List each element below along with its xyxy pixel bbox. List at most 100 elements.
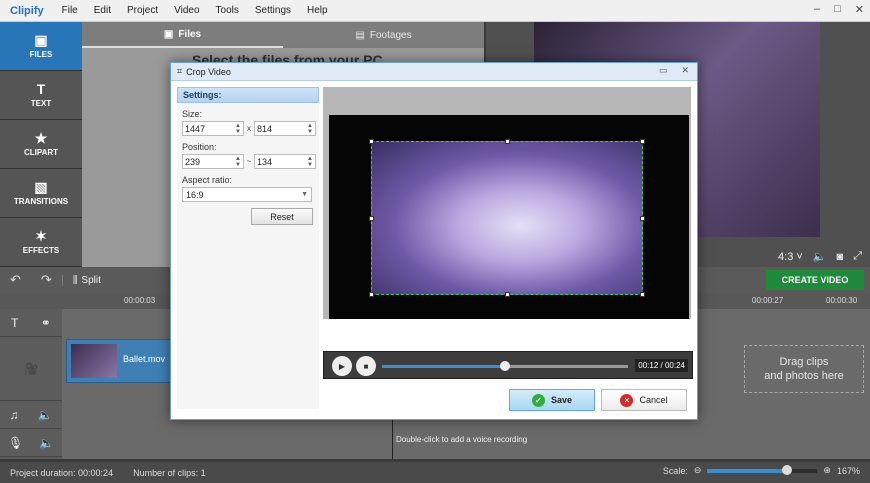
position-x-spinner[interactable]: 239 ▲ ▼ xyxy=(182,154,244,169)
nav-files-label: FILES xyxy=(29,50,53,59)
nav-text[interactable]: T TEXT xyxy=(0,71,82,120)
position-row: 239 ▲ ▼ ~ 134 ▲ ▼ xyxy=(177,154,319,169)
voice-volume-icon[interactable]: 🔈 xyxy=(39,436,54,450)
drop-zone-line1: Drag clips xyxy=(779,356,829,368)
crop-handle[interactable] xyxy=(369,292,374,297)
position-separator: ~ xyxy=(246,157,252,166)
text-track-label: T ⚭ xyxy=(0,309,62,337)
cancel-button[interactable]: ✕ Cancel xyxy=(601,389,687,411)
spin-arrows-icon[interactable]: ▲ ▼ xyxy=(307,123,315,135)
nav-transitions[interactable]: ▧ TRANSITIONS xyxy=(0,169,82,218)
nav-effects-label: EFFECTS xyxy=(22,246,60,255)
music-volume-icon[interactable]: 🔈 xyxy=(38,408,53,422)
dialog-controls: ▭ ✕ xyxy=(659,65,689,76)
width-value: 1447 xyxy=(185,123,206,134)
zoom-out-icon[interactable]: ⊖ xyxy=(694,465,702,476)
dialog-maximize-button[interactable]: ▭ xyxy=(659,65,668,76)
split-icon: ⫼ xyxy=(72,274,78,286)
clip-count: Number of clips: 1 xyxy=(133,467,206,478)
crop-handle[interactable] xyxy=(640,139,645,144)
window-controls: – □ ✕ xyxy=(814,3,864,16)
drop-zone[interactable]: Drag clips and photos here xyxy=(744,345,864,393)
image-icon: ▣ xyxy=(163,28,174,40)
player-controls: ▶ ■ 00:12 / 00:24 xyxy=(323,351,693,379)
crop-area[interactable] xyxy=(369,139,645,297)
minimize-button[interactable]: – xyxy=(814,3,820,16)
crop-handle[interactable] xyxy=(369,216,374,221)
undo-icon[interactable]: ↶ xyxy=(0,272,31,288)
spin-arrows-icon[interactable]: ▲ ▼ xyxy=(235,123,243,135)
split-button[interactable]: ⫼ Split xyxy=(61,274,111,286)
app-name: Clipify xyxy=(10,4,44,17)
tab-footages[interactable]: ▤ Footages xyxy=(283,22,484,48)
voice-hint: Double-click to add a voice recording xyxy=(396,435,528,444)
crop-handle[interactable] xyxy=(640,292,645,297)
position-label: Position: xyxy=(182,142,217,152)
video-track-label: 🎥 xyxy=(0,337,62,401)
height-spinner[interactable]: 814 ▲ ▼ xyxy=(254,121,316,136)
menu-file[interactable]: File xyxy=(54,5,86,16)
play-button[interactable]: ▶ xyxy=(332,356,352,376)
split-label: Split xyxy=(81,274,101,286)
nav-effects[interactable]: ✶ EFFECTS xyxy=(0,218,82,267)
music-icon: ♫ xyxy=(9,407,19,422)
seek-knob[interactable] xyxy=(500,361,510,371)
seek-bar[interactable] xyxy=(382,361,628,371)
stop-icon: ■ xyxy=(363,361,369,371)
dialog-title: Crop Video xyxy=(186,66,231,77)
zoom-slider[interactable] xyxy=(707,464,818,475)
zoom-in-icon[interactable]: ⊕ xyxy=(823,465,831,476)
crop-handle[interactable] xyxy=(505,139,510,144)
size-row: 1447 ▲ ▼ x 814 ▲ ▼ xyxy=(177,121,319,136)
zoom-knob[interactable] xyxy=(781,464,792,475)
position-x-value: 239 xyxy=(185,156,201,167)
menu-help[interactable]: Help xyxy=(299,5,336,16)
wand-icon: ✶ xyxy=(35,228,47,244)
aspect-ratio-select[interactable]: 16:9 ▼ xyxy=(182,187,312,202)
nav-files[interactable]: ▣ FILES xyxy=(0,22,82,71)
nav-text-label: TEXT xyxy=(30,99,52,108)
timeline-clip[interactable]: Ballet.mov xyxy=(66,339,174,383)
settings-panel: Settings: Size: 1447 ▲ ▼ x 814 ▲ ▼ Positio… xyxy=(177,87,319,409)
text-track-icon[interactable]: T xyxy=(11,316,18,330)
nav-clipart[interactable]: ★ CLIPART xyxy=(0,120,82,169)
fullscreen-icon[interactable]: ⤢ xyxy=(853,250,862,263)
status-bar: Project duration: 00:00:24 Number of cli… xyxy=(0,462,870,483)
crop-handle[interactable] xyxy=(505,292,510,297)
redo-icon[interactable]: ↷ xyxy=(31,272,62,288)
reset-button[interactable]: Reset xyxy=(251,208,313,225)
volume-icon[interactable]: 🔈 xyxy=(813,250,827,263)
menu-edit[interactable]: Edit xyxy=(86,5,119,16)
create-video-button[interactable]: CREATE VIDEO xyxy=(766,270,864,290)
crop-handle[interactable] xyxy=(369,139,374,144)
aspect-ratio-dropdown[interactable]: 4:3 ˅ xyxy=(778,251,803,263)
maximize-button[interactable]: □ xyxy=(834,3,841,16)
tab-files[interactable]: ▣ Files xyxy=(82,22,283,48)
close-button[interactable]: ✕ xyxy=(855,3,864,16)
spin-arrows-icon[interactable]: ▲ ▼ xyxy=(235,156,243,168)
crop-handle[interactable] xyxy=(640,216,645,221)
scale-label: Scale: xyxy=(662,465,688,476)
checkmark-icon: ✓ xyxy=(531,393,545,407)
menu-settings[interactable]: Settings xyxy=(247,5,299,16)
tab-files-label: Files xyxy=(178,28,202,40)
link-icon[interactable]: ⚭ xyxy=(41,316,51,330)
dialog-close-button[interactable]: ✕ xyxy=(681,65,689,76)
menu-video[interactable]: Video xyxy=(166,5,207,16)
menu-project[interactable]: Project xyxy=(119,5,166,16)
aspect-ratio-label: Aspect ratio: xyxy=(182,175,233,185)
tab-footages-label: Footages xyxy=(369,29,412,41)
project-duration: Project duration: 00:00:24 xyxy=(10,467,114,478)
microphone-icon: 🎙 xyxy=(7,435,24,450)
film-icon: ▤ xyxy=(355,29,365,41)
camera-icon[interactable]: ◙ xyxy=(837,251,844,263)
size-separator: x xyxy=(247,124,251,133)
save-button[interactable]: ✓ Save xyxy=(509,389,595,411)
stop-button[interactable]: ■ xyxy=(356,356,376,376)
menu-tools[interactable]: Tools xyxy=(208,5,247,16)
width-spinner[interactable]: 1447 ▲ ▼ xyxy=(182,121,244,136)
ruler-tick: 00:00:03 xyxy=(124,296,156,305)
spin-arrows-icon[interactable]: ▲ ▼ xyxy=(307,156,315,168)
position-y-spinner[interactable]: 134 ▲ ▼ xyxy=(254,154,316,169)
music-track-label: ♫ 🔈 xyxy=(0,401,62,429)
